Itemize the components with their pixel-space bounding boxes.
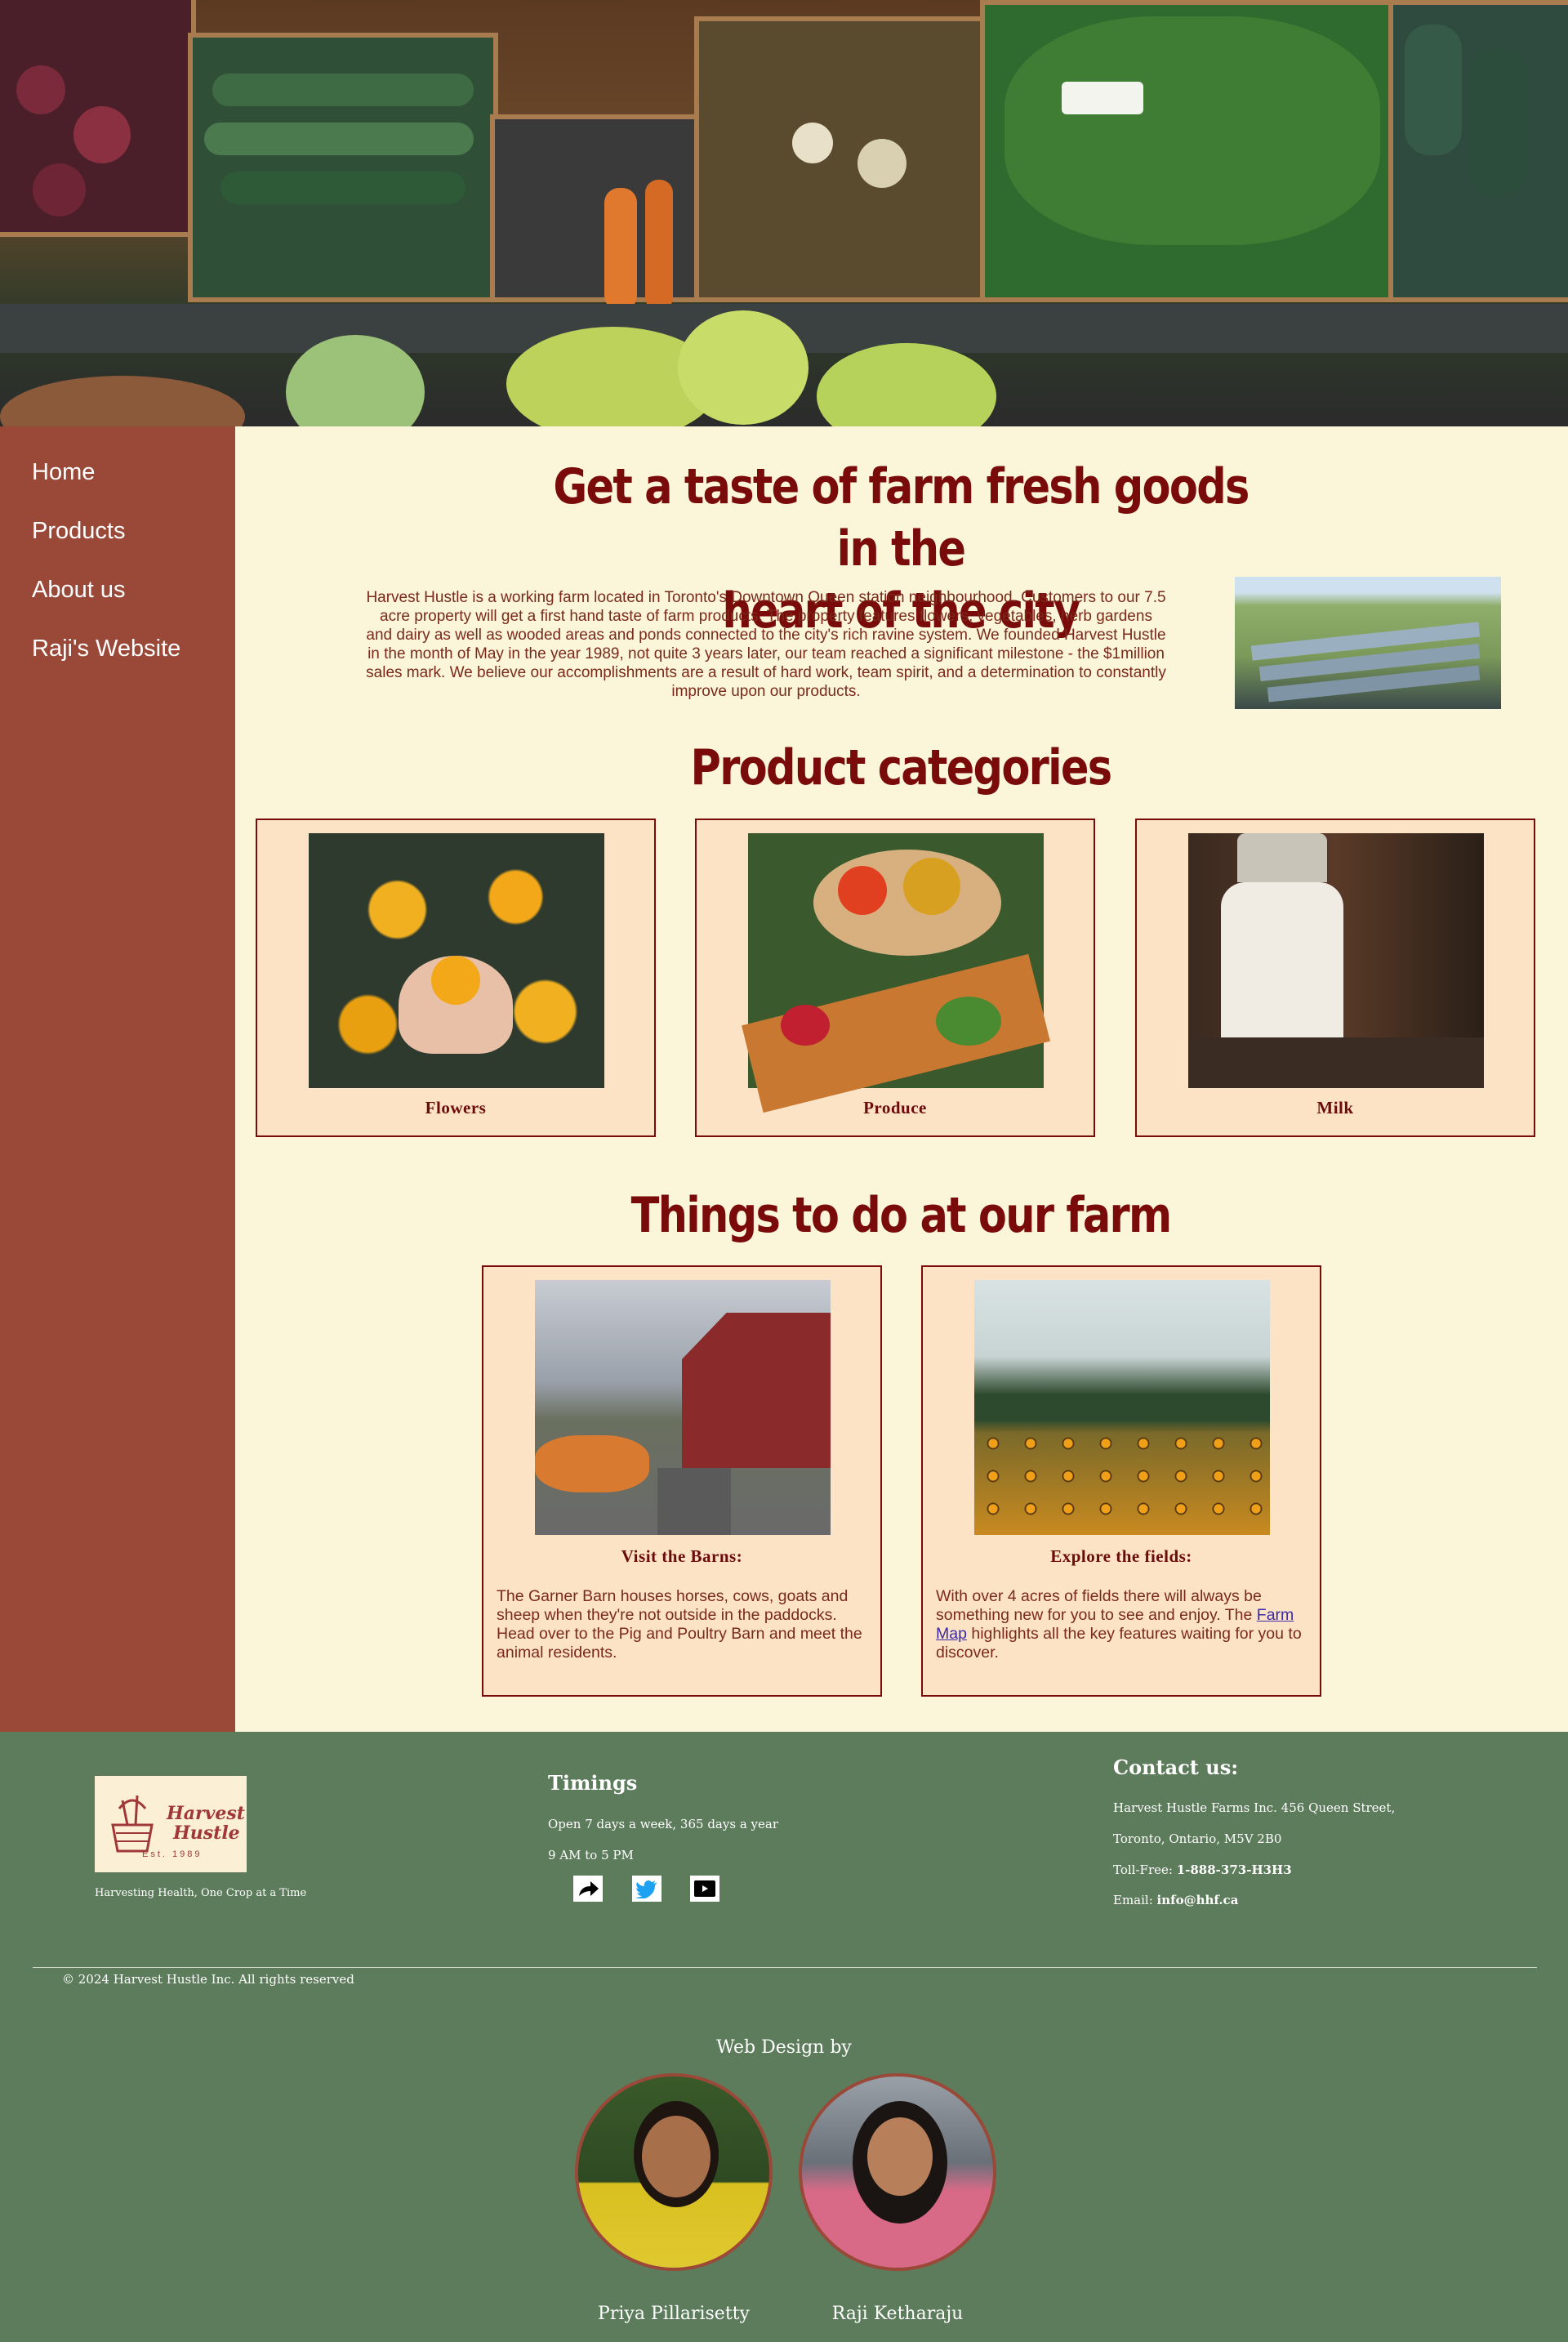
designer-avatar-raji (799, 2073, 996, 2271)
barn-image (535, 1280, 831, 1535)
youtube-icon[interactable] (690, 1876, 719, 1902)
contact-tollfree: Toll-Free: 1-888-373-H3H3 (1113, 1862, 1292, 1877)
nav-link-about-us[interactable]: About us (32, 577, 125, 604)
milk-image (1188, 833, 1484, 1088)
fields-text-after: highlights all the key features waiting … (936, 1625, 1302, 1662)
hero-title-line-1: Get a taste of farm fresh goods in the (553, 458, 1250, 578)
web-design-heading: Web Design by (716, 2037, 852, 2058)
nav-link-rajis-website[interactable]: Raji's Website (32, 636, 180, 662)
product-card-produce[interactable]: Produce (695, 819, 1095, 1137)
activity-label-fields: Explore the fields: (1050, 1546, 1192, 1566)
activity-text-barns: The Garner Barn houses horses, cows, goa… (497, 1587, 862, 1662)
timings-days: Open 7 days a week, 365 days a year (548, 1817, 778, 1831)
activity-text-fields: With over 4 acres of fields there will a… (936, 1587, 1308, 1662)
contact-address-line-2: Toronto, Ontario, M5V 2B0 (1113, 1831, 1282, 1846)
activity-label-barns: Visit the Barns: (621, 1546, 743, 1566)
fields-text-before: With over 4 acres of fields there will a… (936, 1587, 1262, 1624)
activity-card-fields: Explore the fields: With over 4 acres of… (921, 1265, 1321, 1697)
intro-paragraph: Harvest Hustle is a working farm located… (366, 589, 1166, 700)
tollfree-number[interactable]: 1-888-373-H3H3 (1177, 1862, 1292, 1877)
nav-link-products[interactable]: Products (32, 518, 125, 545)
footer-divider (33, 1967, 1537, 1968)
tollfree-label: Toll-Free: (1113, 1862, 1177, 1877)
main-content: Get a taste of farm fresh goods in the h… (235, 426, 1568, 1732)
timings-hours: 9 AM to 5 PM (548, 1848, 634, 1862)
contact-email: Email: info@hhf.ca (1113, 1893, 1238, 1907)
contact-address-line-1: Harvest Hustle Farms Inc. 456 Queen Stre… (1113, 1800, 1396, 1815)
footer-tagline: Harvesting Health, One Crop at a Time (95, 1887, 307, 1899)
designer-avatar-priya (575, 2073, 773, 2271)
product-card-flowers[interactable]: Flowers (256, 819, 656, 1137)
logo-line-2: Hustle (173, 1822, 240, 1844)
timings-heading: Timings (548, 1771, 638, 1795)
product-label-produce: Produce (863, 1098, 927, 1117)
designer-name-raji: Raji Ketharaju (831, 2304, 964, 2324)
logo-est: Est. 1989 (142, 1849, 203, 1859)
sidebar-nav: Home Products About us Raji's Website (0, 426, 235, 1732)
things-to-do-heading: Things to do at our farm (630, 1187, 1173, 1244)
harvest-hustle-logo: Harvest Hustle Est. 1989 (95, 1776, 247, 1872)
product-categories-heading: Product categories (690, 739, 1113, 796)
product-card-milk[interactable]: Milk (1135, 819, 1535, 1137)
email-address[interactable]: info@hhf.ca (1157, 1893, 1239, 1907)
produce-image (742, 833, 1050, 1113)
site-footer: Harvest Hustle Est. 1989 Harvesting Heal… (0, 1732, 1568, 2342)
nav-link-home[interactable]: Home (32, 459, 95, 486)
sunflower-field-image (974, 1280, 1270, 1535)
designer-name-priya: Priya Pillarisetty (598, 2304, 750, 2324)
twitter-icon[interactable] (632, 1876, 662, 1902)
flowers-image (309, 833, 604, 1088)
hero-banner-image (0, 0, 1568, 426)
email-label: Email: (1113, 1893, 1157, 1907)
copyright-text: © 2024 Harvest Hustle Inc. All rights re… (62, 1972, 354, 1987)
contact-heading: Contact us: (1113, 1755, 1239, 1779)
product-label-milk: Milk (1316, 1098, 1354, 1117)
share-icon[interactable] (573, 1876, 603, 1902)
activity-card-barns: Visit the Barns: The Garner Barn houses … (482, 1265, 882, 1697)
product-label-flowers: Flowers (425, 1098, 487, 1117)
logo-text: Harvest Hustle (167, 1804, 245, 1843)
logo-line-1: Harvest (167, 1803, 245, 1824)
farm-aerial-image (1235, 577, 1501, 709)
